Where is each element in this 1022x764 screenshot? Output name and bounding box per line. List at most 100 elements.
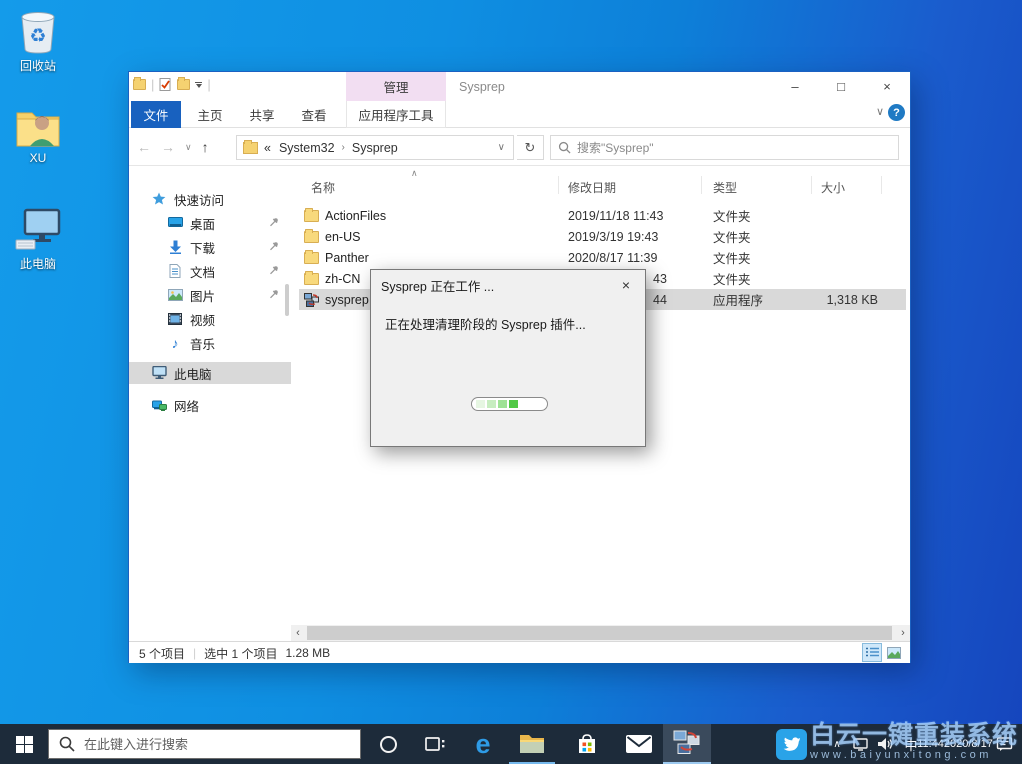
sysprep-app-icon — [673, 730, 700, 754]
breadcrumb-prefix[interactable]: « — [260, 141, 275, 155]
dialog-title: Sysprep 正在工作 ... — [381, 279, 495, 294]
progress-bar — [471, 397, 548, 411]
hidden-icons-icon[interactable]: ∧ — [826, 724, 848, 764]
breadcrumb-chevron-icon[interactable]: › — [339, 142, 348, 153]
music-icon: ♪ — [171, 335, 179, 351]
download-icon — [167, 239, 183, 255]
desktop-icon-user-folder[interactable]: XU — [0, 106, 76, 165]
file-row-actionfiles[interactable]: ActionFiles 2019/11/18 11:43 文件夹 — [299, 205, 906, 226]
tab-share[interactable]: 共享 — [237, 101, 287, 128]
folder-icon[interactable] — [133, 77, 146, 90]
sidebar-item-music[interactable]: ♪ 音乐 — [129, 332, 291, 354]
search-input[interactable] — [577, 140, 891, 155]
search-icon — [558, 141, 571, 154]
videos-icon — [167, 311, 183, 327]
address-dropdown-icon[interactable]: ∨ — [494, 142, 509, 153]
help-icon[interactable]: ? — [888, 104, 905, 121]
back-button[interactable]: ← — [137, 139, 151, 155]
scrollbar-thumb[interactable] — [307, 626, 892, 640]
folder-icon — [304, 249, 319, 264]
dialog-close-icon[interactable]: × — [615, 275, 637, 295]
customize-toolbar-icon[interactable] — [195, 81, 203, 88]
sidebar-item-desktop[interactable]: 桌面 — [129, 212, 291, 234]
start-button[interactable] — [0, 724, 48, 764]
recycle-bin-icon: ♻ — [21, 12, 55, 54]
sidebar-item-quick-access[interactable]: 快速访问 — [129, 188, 291, 210]
quick-access-toolbar: | | — [133, 77, 211, 92]
taskbar-search-box[interactable] — [48, 729, 361, 759]
navigation-pane: 快速访问 桌面 下载 文档 图片 视频 ♪ 音乐 此电脑 网络 — [129, 166, 291, 625]
refresh-button[interactable]: ↻ — [517, 135, 544, 160]
minimize-button[interactable]: – — [772, 72, 818, 101]
desktop-icon-label: 回收站 — [19, 59, 56, 73]
scroll-right-icon[interactable]: › — [896, 625, 910, 641]
scroll-left-icon[interactable]: ‹ — [291, 625, 305, 641]
sidebar-item-downloads[interactable]: 下载 — [129, 236, 291, 258]
desktop-icon-recycle-bin[interactable]: ♻ 回收站 — [0, 8, 76, 74]
cortana-button[interactable] — [366, 724, 410, 764]
folder-icon — [304, 228, 319, 243]
properties-icon[interactable] — [159, 78, 172, 91]
folder-icon — [243, 139, 258, 154]
breadcrumb-sysprep[interactable]: Sysprep — [348, 141, 402, 155]
desktop-icon-this-pc[interactable]: 此电脑 — [0, 208, 76, 272]
column-header-name[interactable]: 名称 — [311, 174, 335, 196]
tab-home[interactable]: 主页 — [185, 101, 235, 128]
mail-icon — [626, 735, 652, 753]
store-button[interactable] — [564, 724, 610, 764]
store-icon — [579, 734, 595, 753]
tab-application-tools[interactable]: 应用程序工具 — [346, 101, 446, 128]
column-header-size[interactable]: 大小 — [821, 174, 845, 196]
thumbnail-view-button[interactable] — [884, 643, 904, 662]
maximize-button[interactable]: □ — [818, 72, 864, 101]
twitter-button[interactable] — [770, 724, 812, 764]
sidebar-item-pictures[interactable]: 图片 — [129, 284, 291, 306]
mail-button[interactable] — [616, 724, 662, 764]
dialog-message: 正在处理清理阶段的 Sysprep 插件... — [385, 318, 586, 332]
window-title: Sysprep — [459, 79, 505, 94]
column-header-date[interactable]: 修改日期 — [568, 174, 616, 196]
file-explorer-button[interactable] — [509, 724, 555, 764]
folder-icon — [304, 207, 319, 222]
close-button[interactable]: × — [864, 72, 910, 101]
task-view-button[interactable] — [413, 724, 457, 764]
details-view-button[interactable] — [862, 643, 882, 662]
sidebar-item-documents[interactable]: 文档 — [129, 260, 291, 282]
this-pc-icon — [15, 208, 61, 250]
status-bar: 5 个项目 | 选中 1 个项目 1.28 MB — [129, 641, 910, 663]
search-box[interactable] — [550, 135, 899, 160]
sidebar-item-videos[interactable]: 视频 — [129, 308, 291, 330]
tab-file[interactable]: 文件 — [131, 101, 181, 128]
display-icon[interactable] — [848, 724, 872, 764]
new-folder-icon[interactable] — [177, 77, 191, 90]
sidebar-item-network[interactable]: 网络 — [129, 394, 291, 416]
edge-button[interactable]: e — [461, 724, 505, 764]
address-box[interactable]: « System32 › Sysprep ∨ — [236, 135, 514, 160]
navigation-buttons: ← → ∨ ↑ — [137, 128, 209, 166]
sidebar-item-this-pc[interactable]: 此电脑 — [129, 362, 291, 384]
sort-ascending-icon: ∧ — [411, 168, 418, 178]
breadcrumb-system32[interactable]: System32 — [275, 141, 339, 155]
forward-button[interactable]: → — [161, 139, 175, 155]
items-count: 5 个项目 — [139, 646, 186, 661]
sysprep-dialog: Sysprep 正在工作 ... × 正在处理清理阶段的 Sysprep 插件.… — [370, 269, 646, 447]
tab-view[interactable]: 查看 — [289, 101, 339, 128]
up-button[interactable]: ↑ — [202, 139, 209, 155]
file-row-en-us[interactable]: en-US 2019/3/19 19:43 文件夹 — [299, 226, 906, 247]
this-pc-icon — [151, 365, 167, 381]
taskbar: e — [0, 724, 1022, 764]
clock[interactable]: 11:44 2020/8/17 — [917, 724, 993, 764]
volume-icon[interactable] — [872, 724, 898, 764]
action-center-icon[interactable] — [986, 724, 1022, 764]
desktop-icon — [167, 215, 183, 231]
sysprep-taskbar-button[interactable] — [663, 724, 711, 764]
recent-locations-icon[interactable]: ∨ — [185, 142, 192, 153]
taskbar-search-input[interactable] — [84, 736, 350, 752]
ribbon-context-tab-manage[interactable]: 管理 — [346, 72, 446, 101]
cortana-icon — [379, 735, 397, 753]
ribbon-collapse-icon[interactable]: ∨ — [876, 105, 884, 118]
sidebar-scrollbar[interactable] — [285, 284, 289, 316]
sysprep-app-icon — [304, 292, 319, 307]
column-header-type[interactable]: 类型 — [713, 174, 737, 196]
file-row-panther[interactable]: Panther 2020/8/17 11:39 文件夹 — [299, 247, 906, 268]
